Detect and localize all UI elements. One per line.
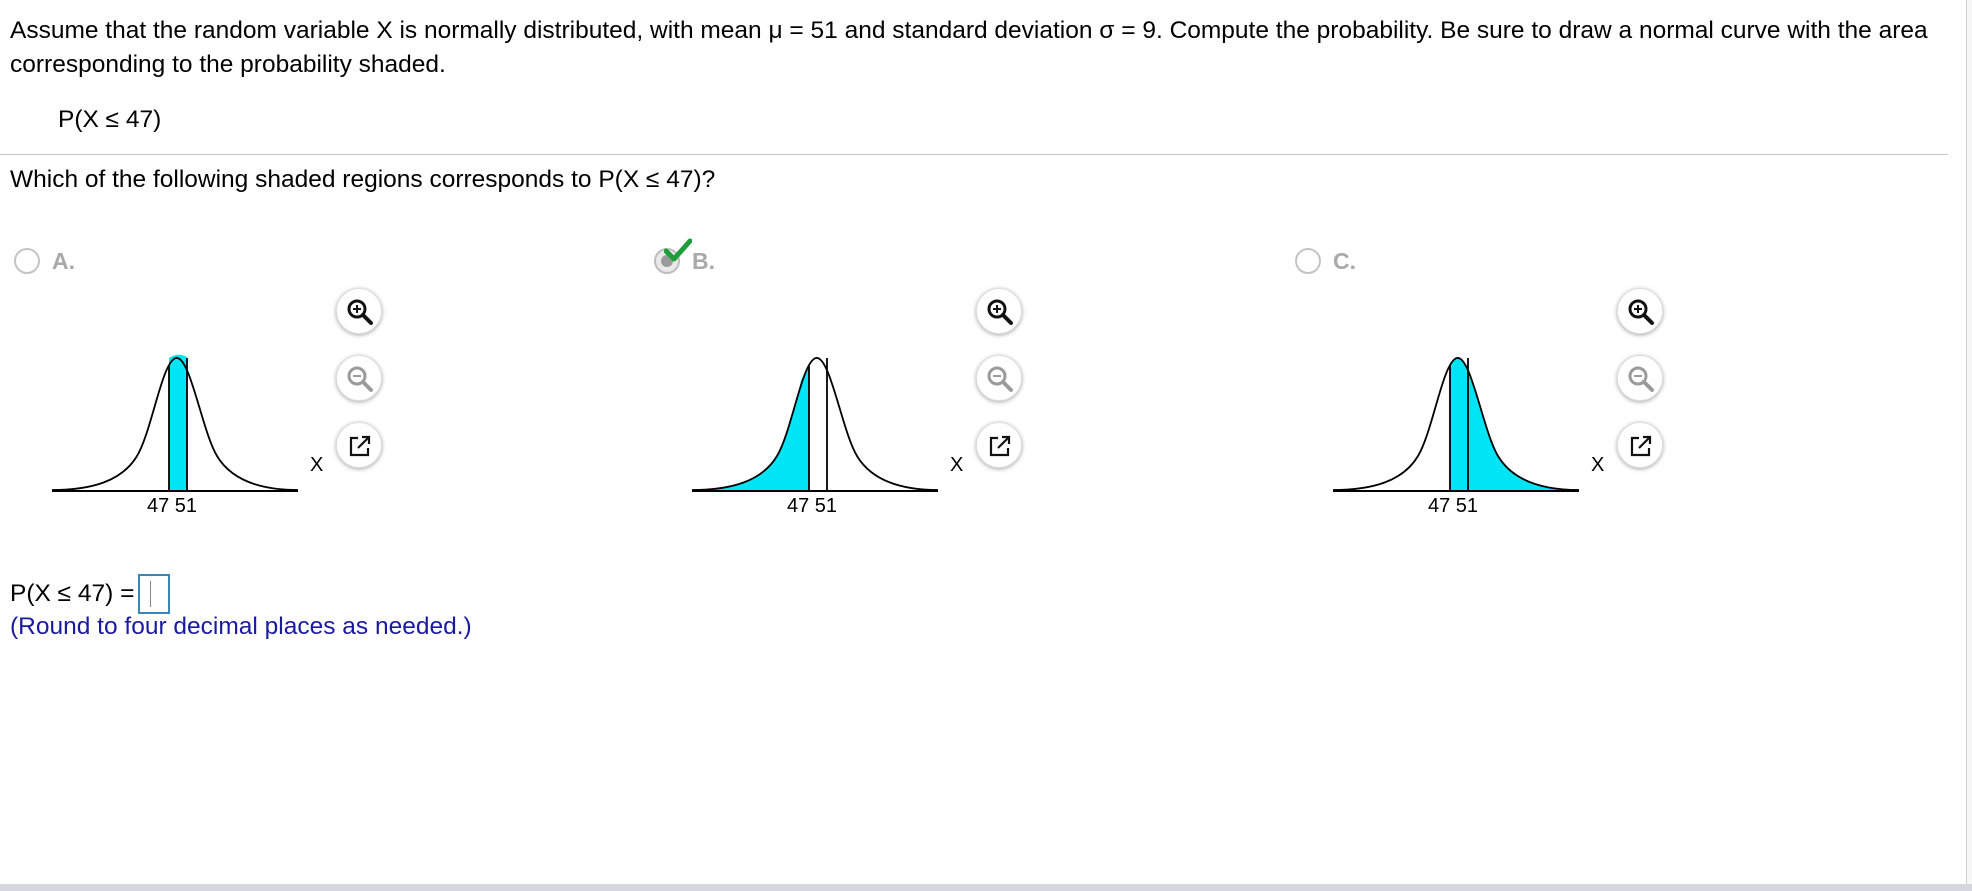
answer-label: P(X ≤ 47) =: [10, 580, 135, 607]
answer-row: P(X ≤ 47) =: [10, 574, 171, 614]
zoom-out-icon: [347, 366, 373, 392]
question-text: Which of the following shaded regions co…: [10, 166, 716, 193]
option-b-tick-labels: 47 51: [787, 495, 838, 517]
option-b-curve: [691, 357, 939, 491]
option-c-normal-curve: [1332, 357, 1580, 492]
option-a-zoom-out-button[interactable]: [336, 355, 382, 401]
popout-icon: [1630, 435, 1652, 457]
problem-statement: Assume that the random variable X is nor…: [10, 17, 1928, 78]
option-c-axis-label: X: [1591, 454, 1605, 476]
popout-icon: [989, 435, 1011, 457]
zoom-in-icon: [1628, 299, 1654, 325]
option-b-zoom-out-button[interactable]: [976, 355, 1022, 401]
page: Assume that the random variable X is nor…: [0, 0, 1972, 891]
popout-icon: [349, 435, 371, 457]
option-a-popout-button[interactable]: [336, 422, 382, 468]
bottom-bar: [0, 884, 1972, 891]
right-scroll-edge: [1966, 0, 1972, 884]
option-b-zoom-in-button[interactable]: [976, 288, 1022, 334]
option-c-radio[interactable]: [1295, 248, 1321, 274]
option-a-letter: A.: [52, 248, 75, 274]
option-c-zoom-in-button[interactable]: [1617, 288, 1663, 334]
answer-input[interactable]: [138, 574, 171, 614]
zoom-out-icon: [987, 366, 1013, 392]
option-b-normal-curve: [691, 357, 939, 492]
option-a-normal-curve: [51, 354, 299, 492]
option-a-radio[interactable]: [14, 248, 40, 274]
rounding-note: (Round to four decimal places as needed.…: [10, 613, 472, 640]
option-b-shade: [692, 366, 809, 491]
option-c-zoom-out-button[interactable]: [1617, 355, 1663, 401]
zoom-in-icon: [347, 299, 373, 325]
option-c[interactable]: C. 47 51 X: [1281, 246, 1901, 526]
option-c-popout-button[interactable]: [1617, 422, 1663, 468]
option-b[interactable]: B. 47 51 X: [640, 238, 1260, 526]
option-c-letter: C.: [1333, 248, 1356, 274]
option-b-axis-label: X: [950, 454, 964, 476]
zoom-in-icon: [987, 299, 1013, 325]
option-c-tick-labels: 47 51: [1428, 495, 1479, 517]
checkmark-icon: [664, 238, 692, 262]
option-c-shade: [1450, 357, 1579, 491]
option-a-shade: [169, 354, 187, 491]
option-b-letter: B.: [692, 248, 715, 274]
option-a-zoom-in-button[interactable]: [336, 288, 382, 334]
option-b-popout-button[interactable]: [976, 422, 1022, 468]
zoom-out-icon: [1628, 366, 1654, 392]
probability-expression: P(X ≤ 47): [58, 106, 162, 133]
option-a[interactable]: A. 47 51 X: [0, 246, 620, 526]
divider: [0, 154, 1948, 155]
option-a-axis-label: X: [310, 454, 324, 476]
option-a-tick-labels: 47 51: [147, 495, 198, 517]
